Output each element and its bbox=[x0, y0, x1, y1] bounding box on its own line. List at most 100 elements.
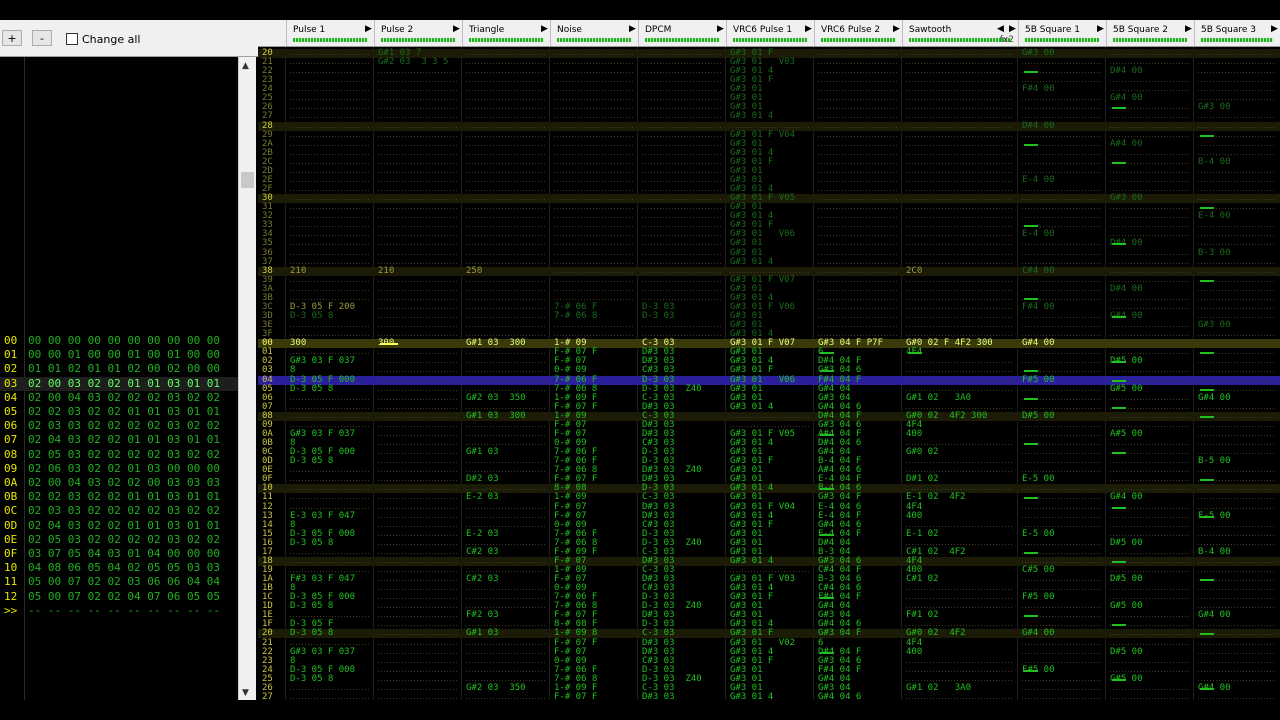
empty-cell[interactable] bbox=[378, 444, 458, 445]
empty-cell[interactable] bbox=[1110, 552, 1190, 554]
collapse-arrow-icon[interactable]: ◀ bbox=[997, 24, 1004, 34]
empty-cell[interactable] bbox=[290, 199, 370, 201]
empty-cell[interactable] bbox=[1022, 162, 1102, 164]
empty-cell[interactable] bbox=[378, 280, 458, 282]
channel-header-4[interactable]: DPCM ▶ bbox=[638, 20, 726, 46]
empty-cell[interactable] bbox=[1198, 570, 1276, 572]
empty-cell[interactable] bbox=[466, 652, 546, 654]
empty-cell[interactable] bbox=[906, 244, 1014, 246]
empty-cell[interactable] bbox=[554, 253, 634, 255]
empty-cell[interactable] bbox=[378, 135, 458, 137]
empty-cell[interactable] bbox=[466, 190, 546, 192]
empty-cell[interactable] bbox=[906, 335, 1014, 337]
empty-cell[interactable] bbox=[378, 552, 458, 554]
pattern-cell[interactable]: F-# 07 F bbox=[554, 692, 597, 700]
empty-cell[interactable] bbox=[290, 643, 370, 645]
empty-cell[interactable] bbox=[1022, 289, 1102, 291]
empty-cell[interactable] bbox=[1022, 353, 1102, 355]
empty-cell[interactable] bbox=[290, 99, 370, 101]
pattern-cell[interactable]: G#3 00 bbox=[1110, 194, 1143, 203]
empty-cell[interactable] bbox=[1198, 72, 1276, 74]
empty-cell[interactable] bbox=[378, 226, 458, 228]
pattern-cell[interactable]: D-3 05 8 bbox=[290, 629, 333, 638]
empty-cell[interactable] bbox=[1110, 534, 1190, 536]
pattern-cell[interactable]: G#0 02 bbox=[906, 448, 939, 457]
empty-cell[interactable] bbox=[906, 63, 1014, 65]
empty-cell[interactable] bbox=[290, 398, 370, 400]
pattern-cell[interactable]: G#1 02 3A0 bbox=[906, 683, 971, 693]
empty-cell[interactable] bbox=[1110, 90, 1190, 92]
pattern-cell[interactable]: D-3 05 8 bbox=[290, 602, 333, 611]
empty-cell[interactable] bbox=[906, 72, 1014, 74]
pattern-grid[interactable]: 20 G#1 03 7 G#3 01 F G#3 00 21 G#2 03 3 3 5 G#… bbox=[258, 47, 1280, 700]
empty-cell[interactable] bbox=[466, 298, 546, 300]
empty-cell[interactable] bbox=[1022, 607, 1102, 609]
empty-cell[interactable] bbox=[290, 153, 370, 155]
empty-cell[interactable] bbox=[1022, 561, 1102, 563]
empty-cell[interactable] bbox=[378, 589, 458, 591]
empty-cell[interactable] bbox=[1022, 317, 1102, 319]
empty-cell[interactable] bbox=[466, 353, 546, 355]
empty-cell[interactable] bbox=[290, 208, 370, 210]
empty-cell[interactable] bbox=[818, 162, 898, 164]
empty-cell[interactable] bbox=[1198, 471, 1276, 473]
empty-cell[interactable] bbox=[1110, 670, 1190, 672]
empty-cell[interactable] bbox=[466, 153, 546, 155]
pattern-cell[interactable]: D#3 03 bbox=[642, 692, 675, 700]
empty-cell[interactable] bbox=[906, 117, 1014, 119]
empty-cell[interactable] bbox=[1110, 697, 1190, 699]
empty-cell[interactable] bbox=[290, 72, 370, 74]
empty-cell[interactable] bbox=[1022, 253, 1102, 255]
empty-cell[interactable] bbox=[1110, 525, 1190, 527]
empty-cell[interactable] bbox=[906, 389, 1014, 391]
pattern-cell[interactable]: F#5 00 bbox=[1022, 375, 1055, 385]
empty-cell[interactable] bbox=[1198, 126, 1276, 128]
channel-header-10[interactable]: 5B Square 3 ▶ bbox=[1194, 20, 1280, 46]
empty-cell[interactable] bbox=[1198, 344, 1276, 346]
empty-cell[interactable] bbox=[818, 317, 898, 319]
empty-cell[interactable] bbox=[906, 407, 1014, 409]
empty-cell[interactable] bbox=[466, 434, 546, 436]
pattern-cell[interactable]: G#4 00 bbox=[1022, 339, 1055, 348]
pattern-cell[interactable]: D-3 05 8 bbox=[290, 538, 333, 548]
empty-cell[interactable] bbox=[554, 99, 634, 101]
empty-cell[interactable] bbox=[1022, 171, 1102, 173]
empty-cell[interactable] bbox=[378, 371, 458, 373]
empty-cell[interactable] bbox=[378, 398, 458, 400]
empty-cell[interactable] bbox=[290, 108, 370, 110]
empty-cell[interactable] bbox=[1022, 217, 1102, 219]
empty-cell[interactable] bbox=[906, 54, 1014, 55]
frame-row[interactable]: 0B 02 02 03 02 02 01 01 03 01 01 bbox=[0, 490, 238, 504]
empty-cell[interactable] bbox=[1022, 389, 1102, 391]
empty-cell[interactable] bbox=[906, 144, 1014, 146]
empty-cell[interactable] bbox=[378, 489, 458, 491]
empty-cell[interactable] bbox=[1022, 434, 1102, 436]
empty-cell[interactable] bbox=[818, 208, 898, 210]
empty-cell[interactable] bbox=[642, 171, 722, 173]
empty-cell[interactable] bbox=[378, 652, 458, 654]
empty-cell[interactable] bbox=[906, 199, 1014, 201]
frame-row[interactable]: 11 05 00 07 02 02 03 06 06 04 04 bbox=[0, 575, 238, 589]
pattern-cell[interactable]: B-4 00 bbox=[1198, 157, 1231, 167]
empty-cell[interactable] bbox=[554, 226, 634, 228]
empty-cell[interactable] bbox=[1110, 226, 1190, 228]
empty-cell[interactable] bbox=[554, 90, 634, 92]
pattern-cell[interactable]: G#5 00 bbox=[1110, 602, 1143, 611]
empty-cell[interactable] bbox=[1198, 54, 1276, 55]
empty-cell[interactable] bbox=[466, 371, 546, 373]
empty-cell[interactable] bbox=[554, 298, 634, 300]
empty-cell[interactable] bbox=[290, 498, 370, 500]
scroll-up-icon[interactable]: ▲ bbox=[242, 61, 249, 71]
channel-header-0[interactable]: Pulse 1 ▶ bbox=[286, 20, 374, 46]
empty-cell[interactable] bbox=[818, 190, 898, 192]
empty-cell[interactable] bbox=[906, 262, 1014, 264]
empty-cell[interactable] bbox=[818, 262, 898, 264]
empty-cell[interactable] bbox=[1110, 398, 1190, 400]
empty-cell[interactable] bbox=[1198, 652, 1276, 654]
empty-cell[interactable] bbox=[1022, 153, 1102, 155]
empty-cell[interactable] bbox=[290, 688, 370, 690]
empty-cell[interactable] bbox=[290, 171, 370, 173]
empty-cell[interactable] bbox=[1198, 271, 1276, 273]
pattern-cell[interactable]: 300 bbox=[290, 339, 306, 348]
pattern-cell[interactable]: G#3 01 4 bbox=[730, 112, 773, 121]
